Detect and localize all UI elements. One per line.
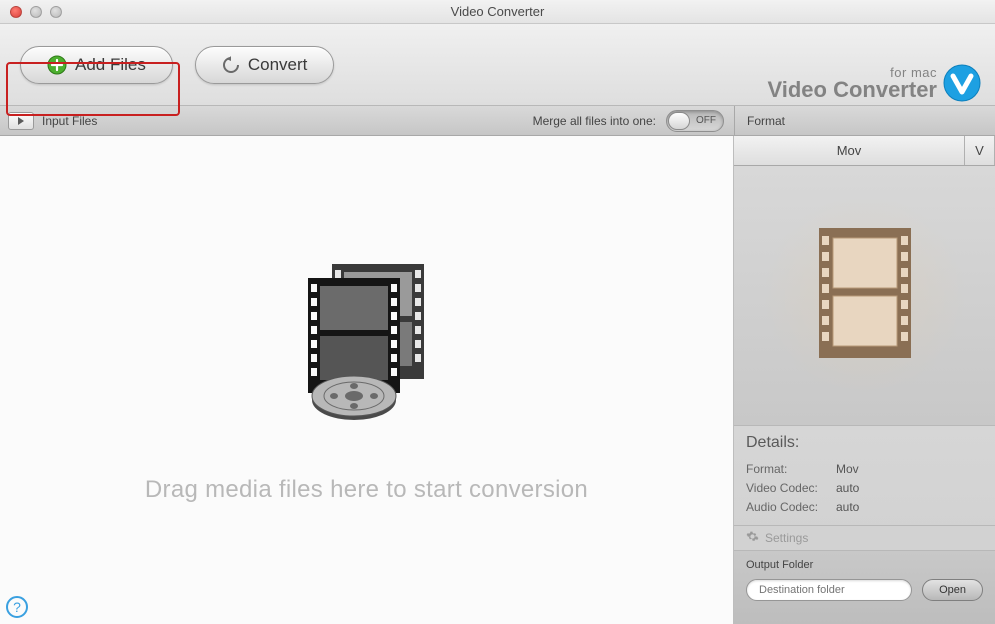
film-frame-icon [819,228,911,363]
zoom-window-button[interactable] [50,6,62,18]
detail-row-audio-codec: Audio Codec: auto [746,500,983,514]
plus-circle-icon [47,55,67,75]
open-button[interactable]: Open [922,579,983,601]
details-heading: Details: [746,434,983,452]
help-icon[interactable]: ? [6,596,28,618]
drop-zone[interactable]: Drag media files here to start conversio… [0,136,734,624]
merge-toggle[interactable]: OFF [666,110,724,132]
subbar: Input Files Merge all files into one: OF… [0,106,995,136]
gear-icon [746,530,759,546]
convert-label: Convert [248,55,308,75]
output-section: Output Folder Open [734,551,995,624]
window-title: Video Converter [0,4,995,19]
drop-hint: Drag media files here to start conversio… [145,476,588,504]
toggle-state: OFF [696,115,716,126]
input-files-play-icon[interactable] [8,112,34,130]
details-panel: Details: Format: Mov Video Codec: auto A… [734,426,995,526]
detail-key: Audio Codec: [746,500,830,514]
format-preview [734,166,995,426]
brand-title: Video Converter [767,79,937,101]
close-window-button[interactable] [10,6,22,18]
subbar-left: Input Files Merge all files into one: OF… [0,110,734,132]
detail-value: auto [836,481,859,495]
settings-button[interactable]: Settings [734,526,995,551]
film-reel-illustration-icon [282,256,452,426]
format-header: Format [734,106,995,135]
brand: for mac Video Converter [767,64,981,102]
convert-arrow-icon [222,56,240,74]
input-files-label: Input Files [42,114,97,128]
destination-input[interactable] [746,579,912,601]
titlebar: Video Converter [0,0,995,24]
toolbar: Add Files Convert for mac Video Converte… [0,24,995,106]
settings-label: Settings [765,531,808,545]
detail-key: Format: [746,462,830,476]
merge-group: Merge all files into one: OFF [533,110,734,132]
detail-key: Video Codec: [746,481,830,495]
format-tab-secondary[interactable]: V [965,136,995,165]
brand-text: for mac Video Converter [767,66,937,101]
svg-text:?: ? [13,599,21,615]
main: Drag media files here to start conversio… [0,136,995,624]
traffic-lights [0,6,62,18]
format-tab-main[interactable]: Mov [734,136,965,165]
add-files-label: Add Files [75,55,146,75]
detail-value: auto [836,500,859,514]
detail-row-format: Format: Mov [746,462,983,476]
add-files-button[interactable]: Add Files [20,46,173,84]
minimize-window-button[interactable] [30,6,42,18]
convert-button[interactable]: Convert [195,46,335,84]
output-folder-label: Output Folder [746,559,983,571]
format-label: Format [747,114,785,128]
output-row: Open [746,579,983,601]
toggle-knob [668,112,690,130]
format-tabs: Mov V [734,136,995,166]
detail-row-video-codec: Video Codec: auto [746,481,983,495]
merge-label: Merge all files into one: [533,114,656,128]
sidebar: Mov V Details: Format: Mov [734,136,995,624]
detail-value: Mov [836,462,859,476]
brand-logo-icon [943,64,981,102]
